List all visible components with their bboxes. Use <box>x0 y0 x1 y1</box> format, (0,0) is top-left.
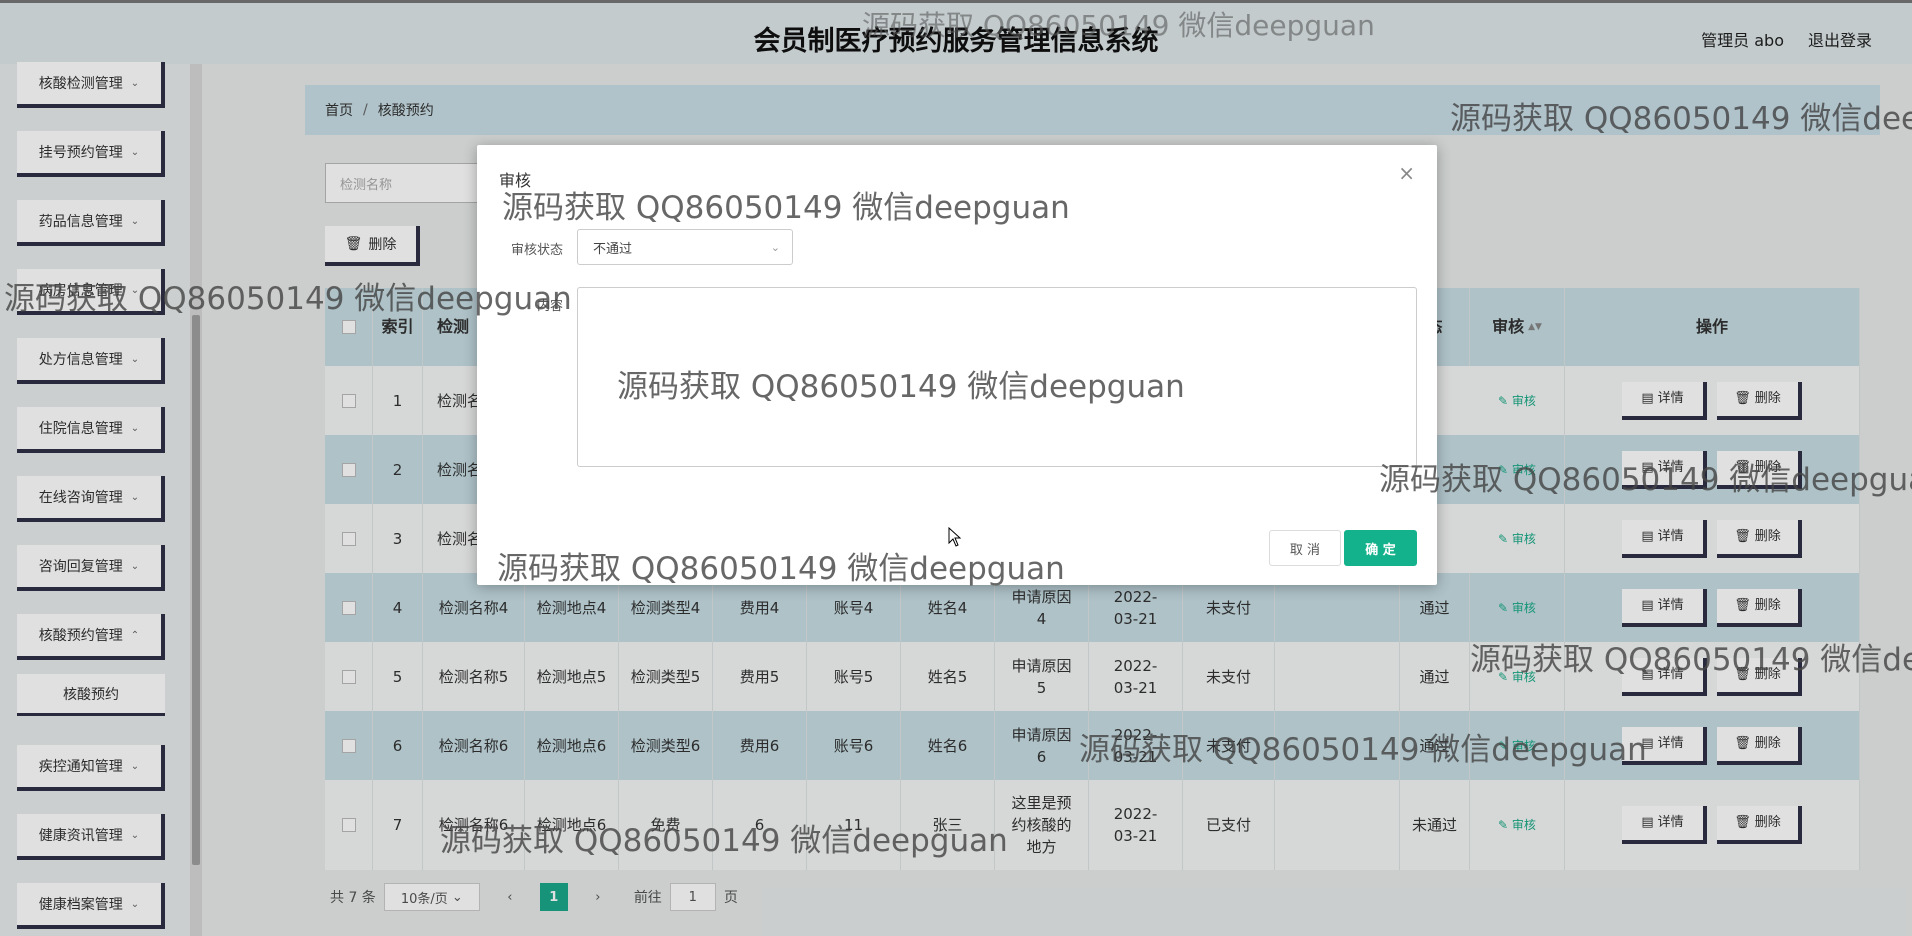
content-label: 内容 <box>537 299 564 314</box>
confirm-button[interactable]: 确 定 <box>1344 530 1417 566</box>
dialog-title: 审核 <box>499 171 532 190</box>
audit-dialog: 审核 × 审核状态 不通过 ⌄ 内容 取 消 确 定 <box>477 145 1437 585</box>
audit-status-value: 不通过 <box>593 241 633 257</box>
mouse-cursor-icon <box>948 527 962 547</box>
close-icon[interactable]: × <box>1398 161 1415 185</box>
cancel-button[interactable]: 取 消 <box>1269 530 1341 566</box>
chevron-down-icon: ⌄ <box>770 240 780 254</box>
audit-status-label: 审核状态 <box>511 243 564 258</box>
audit-status-select[interactable]: 不通过 ⌄ <box>577 229 793 265</box>
content-textarea[interactable] <box>577 287 1417 467</box>
